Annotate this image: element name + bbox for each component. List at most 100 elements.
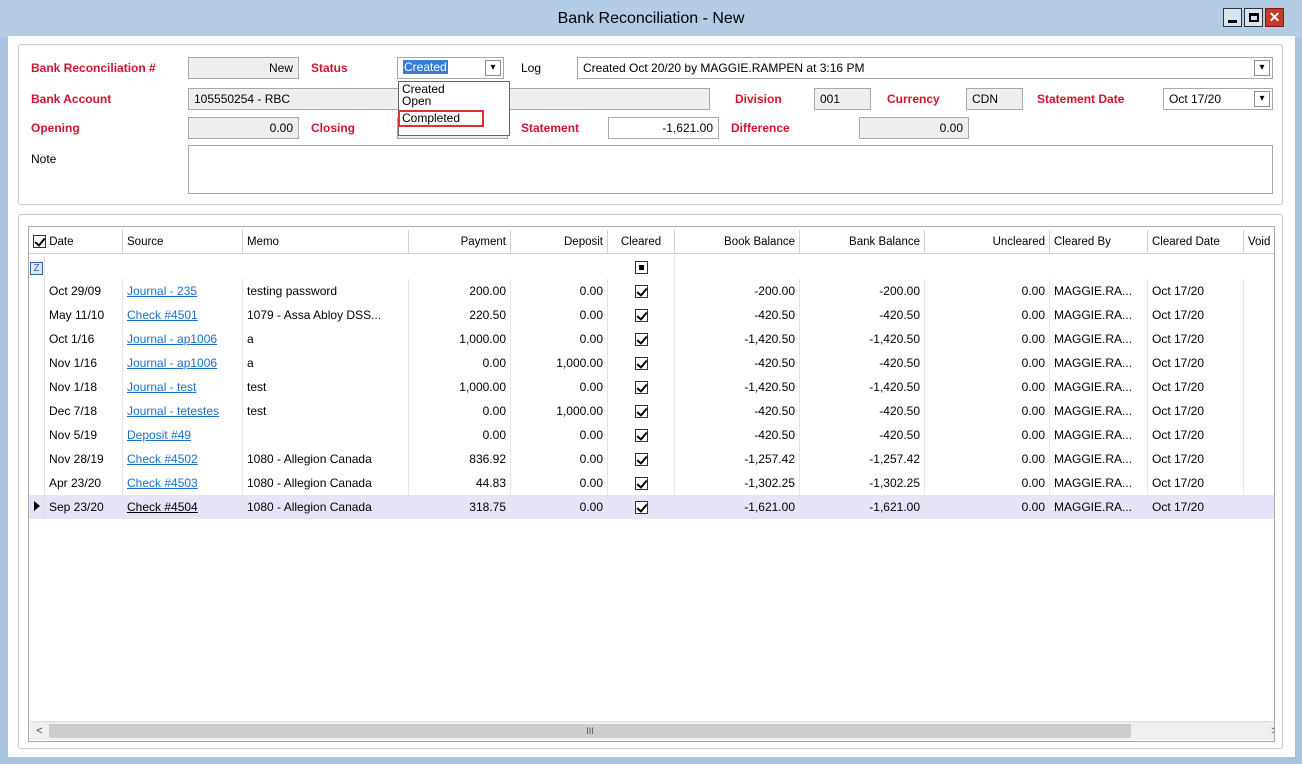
statement-date-picker[interactable]: Oct 17/20 ▾ (1163, 88, 1273, 110)
column-header-cleared-by[interactable]: Cleared By (1050, 230, 1148, 254)
column-header-date[interactable]: Date (29, 230, 123, 254)
cell-source-link[interactable]: Check #4501 (123, 303, 243, 327)
difference-label: Difference (731, 121, 790, 135)
checkmark-icon[interactable] (634, 429, 648, 443)
cell-uncleared: 0.00 (925, 351, 1050, 375)
cell-cleared-checkbox[interactable] (608, 351, 675, 375)
column-header-uncleared[interactable]: Uncleared (925, 230, 1050, 254)
table-row[interactable]: Nov 5/19 Deposit #49 0.00 0.00 -420.50 -420.5… (29, 423, 1274, 447)
column-header-cleared-date[interactable]: Cleared Date (1148, 230, 1244, 254)
cell-cleared-checkbox[interactable] (608, 399, 675, 423)
chevron-down-icon[interactable]: ▾ (1254, 60, 1270, 76)
cell-source-link[interactable]: Journal - 235 (123, 279, 243, 303)
row-indicator[interactable] (29, 303, 45, 327)
column-header-cleared[interactable]: Cleared (608, 230, 675, 254)
statement-field[interactable]: -1,621.00 (608, 117, 719, 139)
cell-source-link[interactable]: Check #4503 (123, 471, 243, 495)
cell-source-link[interactable]: Check #4502 (123, 447, 243, 471)
cell-uncleared: 0.00 (925, 279, 1050, 303)
source-link[interactable]: Check #4501 (127, 308, 198, 322)
table-row[interactable]: Apr 23/20 Check #4503 1080 - Allegion Cana… (29, 471, 1274, 495)
cell-source-link[interactable]: Journal - ap1006 (123, 351, 243, 375)
cell-source-link[interactable]: Check #4504 (123, 495, 243, 519)
row-indicator[interactable] (29, 423, 45, 447)
table-row[interactable]: Nov 1/16 Journal - ap1006 a 0.00 1,000.00 -42… (29, 351, 1274, 375)
row-indicator[interactable] (29, 495, 45, 519)
minimize-button[interactable] (1223, 8, 1242, 27)
scroll-right-arrow-icon[interactable]: > (1266, 723, 1274, 740)
note-label: Note (31, 152, 57, 166)
row-indicator[interactable] (29, 351, 45, 375)
source-link[interactable]: Journal - ap1006 (127, 356, 217, 370)
column-header-memo[interactable]: Memo (243, 230, 409, 254)
row-indicator[interactable] (29, 327, 45, 351)
cell-cleared-checkbox[interactable] (608, 327, 675, 351)
cell-cleared-checkbox[interactable] (608, 375, 675, 399)
filter-icon[interactable]: Z (29, 255, 45, 279)
column-header-payment[interactable]: Payment (409, 230, 511, 254)
row-indicator[interactable] (29, 279, 45, 303)
source-link[interactable]: Journal - tetestes (127, 404, 219, 418)
chevron-down-icon[interactable]: ▾ (1254, 91, 1270, 107)
note-textarea[interactable] (188, 145, 1273, 194)
checkmark-icon[interactable] (634, 309, 648, 323)
checkmark-icon[interactable] (634, 381, 648, 395)
column-chooser-icon[interactable] (33, 235, 46, 249)
scroll-left-arrow-icon[interactable]: < (31, 723, 48, 740)
status-option-completed[interactable]: Completed (398, 110, 484, 127)
cell-deposit: 0.00 (511, 375, 608, 399)
table-row[interactable]: Sep 23/20 Check #4504 1080 - Allegion Cana… (29, 495, 1274, 519)
checkmark-icon[interactable] (634, 405, 648, 419)
checkmark-icon[interactable] (634, 333, 648, 347)
cleared-filter-checkbox[interactable] (608, 255, 675, 279)
horizontal-scrollbar[interactable]: < III > (30, 721, 1274, 740)
row-indicator[interactable] (29, 471, 45, 495)
maximize-button[interactable] (1244, 8, 1263, 27)
log-select[interactable]: Created Oct 20/20 by MAGGIE.RAMPEN at 3:… (577, 57, 1273, 79)
table-row[interactable]: Nov 1/18 Journal - test test 1,000.00 0.00 -1… (29, 375, 1274, 399)
source-link[interactable]: Deposit #49 (127, 428, 191, 442)
chevron-down-icon[interactable]: ▾ (485, 60, 501, 76)
cell-source-link[interactable]: Journal - ap1006 (123, 327, 243, 351)
source-link[interactable]: Check #4502 (127, 452, 198, 466)
cell-cleared-checkbox[interactable] (608, 279, 675, 303)
source-link[interactable]: Journal - ap1006 (127, 332, 217, 346)
source-link[interactable]: Check #4504 (127, 500, 198, 514)
row-indicator[interactable] (29, 375, 45, 399)
cell-source-link[interactable]: Journal - test (123, 375, 243, 399)
cell-cleared-checkbox[interactable] (608, 303, 675, 327)
table-row[interactable]: Oct 29/09 Journal - 235 testing password 20… (29, 279, 1274, 303)
table-row[interactable]: Nov 28/19 Check #4502 1080 - Allegion Cana… (29, 447, 1274, 471)
column-header-bank-balance[interactable]: Bank Balance (800, 230, 925, 254)
status-option-open[interactable]: Open (399, 94, 509, 109)
column-header-deposit[interactable]: Deposit (511, 230, 608, 254)
close-button[interactable]: ✕ (1265, 8, 1284, 27)
cell-cleared-checkbox[interactable] (608, 447, 675, 471)
cell-cleared-checkbox[interactable] (608, 423, 675, 447)
status-select[interactable]: Created ▾ (397, 57, 504, 79)
checkmark-icon[interactable] (634, 285, 648, 299)
cell-source-link[interactable]: Deposit #49 (123, 423, 243, 447)
table-row[interactable]: Oct 1/16 Journal - ap1006 a 1,000.00 0.00 -1,… (29, 327, 1274, 351)
column-header-book-balance[interactable]: Book Balance (675, 230, 800, 254)
cell-cleared-checkbox[interactable] (608, 471, 675, 495)
source-link[interactable]: Journal - 235 (127, 284, 197, 298)
row-indicator[interactable] (29, 447, 45, 471)
table-row[interactable]: May 11/10 Check #4501 1079 - Assa Abloy DS… (29, 303, 1274, 327)
cell-source-link[interactable]: Journal - tetestes (123, 399, 243, 423)
row-indicator[interactable] (29, 399, 45, 423)
source-link[interactable]: Journal - test (127, 380, 196, 394)
table-row[interactable]: Dec 7/18 Journal - tetestes test 0.00 1,000.… (29, 399, 1274, 423)
cell-date: Nov 5/19 (45, 423, 123, 447)
checkmark-icon[interactable] (634, 453, 648, 467)
scrollbar-thumb[interactable]: III (49, 724, 1131, 738)
checkmark-icon[interactable] (634, 477, 648, 491)
checkmark-icon[interactable] (634, 357, 648, 371)
close-icon: ✕ (1268, 9, 1281, 25)
checkmark-icon[interactable] (634, 501, 648, 515)
column-header-void[interactable]: Void (1244, 230, 1274, 254)
source-link[interactable]: Check #4503 (127, 476, 198, 490)
column-header-source[interactable]: Source (123, 230, 243, 254)
cell-cleared-checkbox[interactable] (608, 495, 675, 519)
cell-cleared-by: MAGGIE.RA... (1050, 375, 1148, 399)
